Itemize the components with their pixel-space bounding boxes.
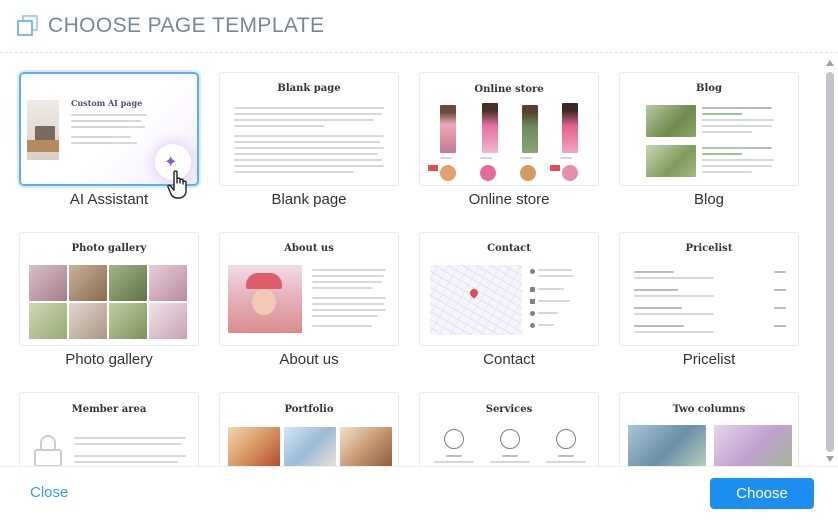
cloud-icon <box>444 429 464 449</box>
template-heading: Custom AI page <box>71 98 143 108</box>
template-heading: Blank page <box>277 83 341 94</box>
template-thumbnail[interactable]: Two columns <box>619 392 799 466</box>
email-icon <box>530 299 535 304</box>
twitter-icon <box>530 323 535 328</box>
template-label: Pricelist <box>682 351 736 368</box>
template-heading: About us <box>284 243 334 254</box>
template-label: Online store <box>468 191 550 208</box>
lock-icon <box>34 435 62 466</box>
dialog-footer: Close Choose <box>0 466 838 522</box>
template-thumbnail[interactable]: Member area <box>19 392 199 466</box>
template-thumbnail[interactable]: Services <box>419 392 599 466</box>
template-thumbnail[interactable]: About us <box>219 232 399 346</box>
template-grid[interactable]: Custom AI page ✦ AI Assistant Blank page <box>0 54 822 466</box>
template-heading: Member area <box>71 404 147 415</box>
template-heading: Portfolio <box>284 404 334 415</box>
template-label: About us <box>279 351 339 368</box>
template-heading: Services <box>485 404 533 415</box>
close-button[interactable]: Close <box>30 484 68 501</box>
scrollbar-thumb[interactable] <box>826 72 834 452</box>
location-icon <box>530 269 535 274</box>
choose-button[interactable]: Choose <box>710 478 814 509</box>
dialog-header: CHOOSE PAGE TEMPLATE <box>0 0 838 53</box>
template-thumbnail[interactable]: Portfolio <box>219 392 399 466</box>
phone-icon <box>530 287 535 292</box>
template-heading: Online store <box>474 84 544 95</box>
template-label: Contact <box>483 351 535 368</box>
template-heading: Two columns <box>672 404 746 415</box>
template-label: Blog <box>693 191 725 208</box>
template-thumbnail[interactable]: Blank page <box>219 72 399 186</box>
template-thumbnail[interactable]: Online store <box>419 72 599 186</box>
tool-icon <box>556 429 576 449</box>
template-thumbnail[interactable]: Contact <box>419 232 599 346</box>
template-heading: Blog <box>696 83 722 94</box>
sparkle-icon: ✦ <box>164 154 178 171</box>
award-icon <box>500 429 520 449</box>
dialog-title: CHOOSE PAGE TEMPLATE <box>48 14 325 37</box>
template-heading: Pricelist <box>685 243 733 254</box>
template-label: Blank page <box>271 191 347 208</box>
scroll-up-icon[interactable] <box>826 60 834 66</box>
template-thumbnail[interactable]: Pricelist <box>619 232 799 346</box>
facebook-icon <box>530 311 535 316</box>
template-thumbnail[interactable]: Photo gallery <box>19 232 199 346</box>
copy-pages-icon <box>17 15 38 36</box>
template-thumbnail[interactable]: Blog <box>619 72 799 186</box>
vertical-scrollbar[interactable] <box>822 56 838 466</box>
hand-pointer-cursor-icon <box>167 170 187 199</box>
scroll-down-icon[interactable] <box>826 456 834 462</box>
template-thumbnail[interactable]: Custom AI page ✦ <box>19 72 199 186</box>
template-label: Photo gallery <box>65 351 153 368</box>
template-heading: Contact <box>487 243 531 254</box>
template-heading: Photo gallery <box>71 243 147 254</box>
